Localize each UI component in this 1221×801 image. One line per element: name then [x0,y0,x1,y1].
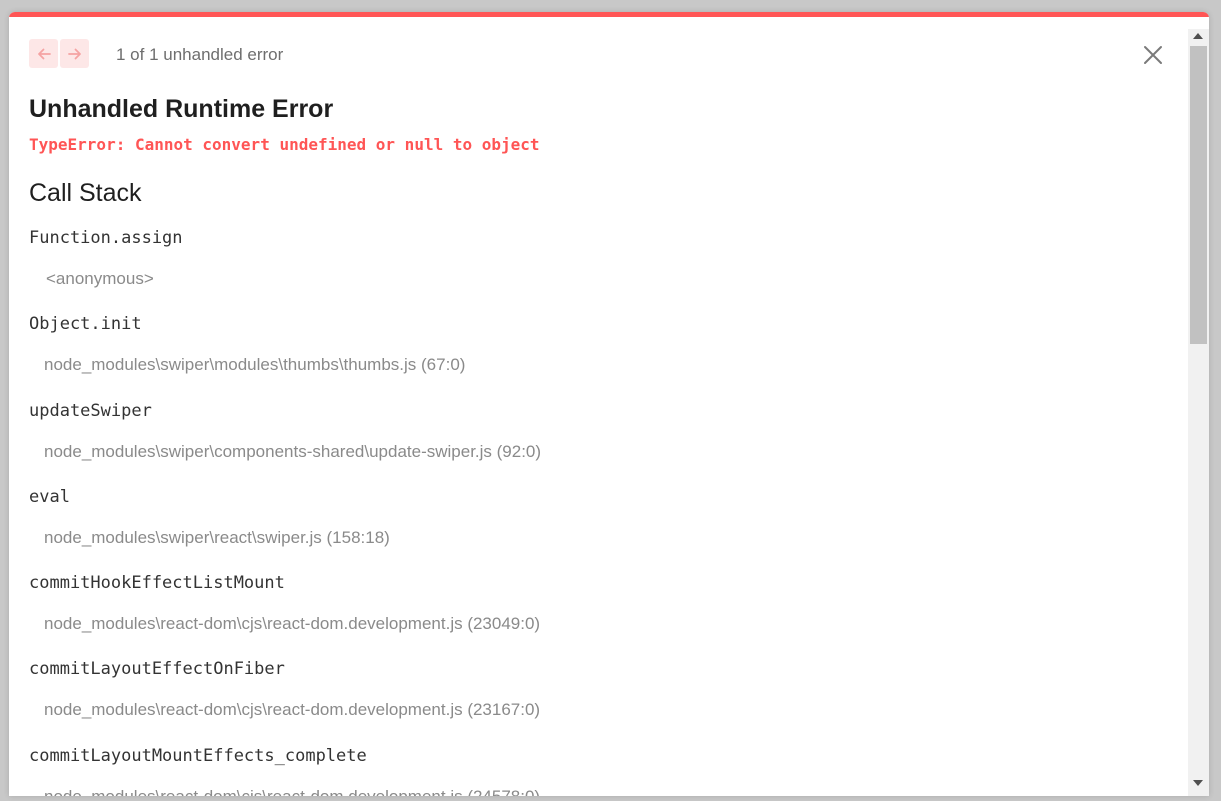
error-counter: 1 of 1 unhandled error [116,45,284,64]
frame-location[interactable]: node_modules\react-dom\cjs\react-dom.dev… [44,614,540,634]
stack-frame[interactable]: Function.assign <anonymous> [9,226,1188,312]
frame-function: Object.init [29,314,142,335]
scroll-up-arrow-icon[interactable] [1193,33,1203,39]
frame-location: <anonymous> [46,269,154,288]
close-icon [1144,46,1162,64]
scrollbar-thumb[interactable] [1190,46,1207,344]
error-message: TypeError: Cannot convert undefined or n… [29,135,540,154]
scroll-down-arrow-icon[interactable] [1193,780,1203,786]
frame-function: eval [29,486,70,507]
frame-function: commitLayoutMountEffects_complete [29,745,367,766]
stack-frame[interactable]: eval node_modules\swiper\react\swiper.js… [9,485,1188,571]
vertical-scrollbar[interactable] [1188,29,1209,796]
frame-function: Function.assign [29,228,183,248]
next-error-button[interactable] [60,39,89,68]
error-overlay-dialog: 1 of 1 unhandled error Unhandled Runtime… [9,12,1209,796]
frame-location[interactable]: node_modules\react-dom\cjs\react-dom.dev… [44,700,540,720]
previous-error-button[interactable] [29,39,58,68]
frame-function: commitLayoutEffectOnFiber [29,659,285,680]
frame-location[interactable]: node_modules\swiper\react\swiper.js (158… [44,528,390,548]
stack-frame[interactable]: Object.init node_modules\swiper\modules\… [9,312,1188,398]
stack-frame[interactable]: commitLayoutEffectOnFiber node_modules\r… [9,657,1188,743]
error-navigation [29,39,89,68]
call-stack-heading: Call Stack [29,179,142,207]
call-stack-list: Function.assign <anonymous> Object.init … [9,226,1188,796]
stack-frame[interactable]: commitLayoutMountEffects_complete node_m… [9,744,1188,796]
frame-location[interactable]: node_modules\react-dom\cjs\react-dom.dev… [44,787,540,796]
frame-function: commitHookEffectListMount [29,573,285,594]
error-title: Unhandled Runtime Error [29,95,334,123]
frame-location[interactable]: node_modules\swiper\modules\thumbs\thumb… [44,355,465,375]
close-button[interactable] [1142,44,1164,66]
arrow-left-icon [37,48,51,59]
frame-function: updateSwiper [29,400,152,421]
arrow-right-icon [67,48,81,59]
frame-location[interactable]: node_modules\swiper\components-shared\up… [44,442,541,462]
stack-frame[interactable]: updateSwiper node_modules\swiper\compone… [9,399,1188,485]
dialog-content: 1 of 1 unhandled error Unhandled Runtime… [9,17,1188,796]
stack-frame[interactable]: commitHookEffectListMount node_modules\r… [9,571,1188,657]
